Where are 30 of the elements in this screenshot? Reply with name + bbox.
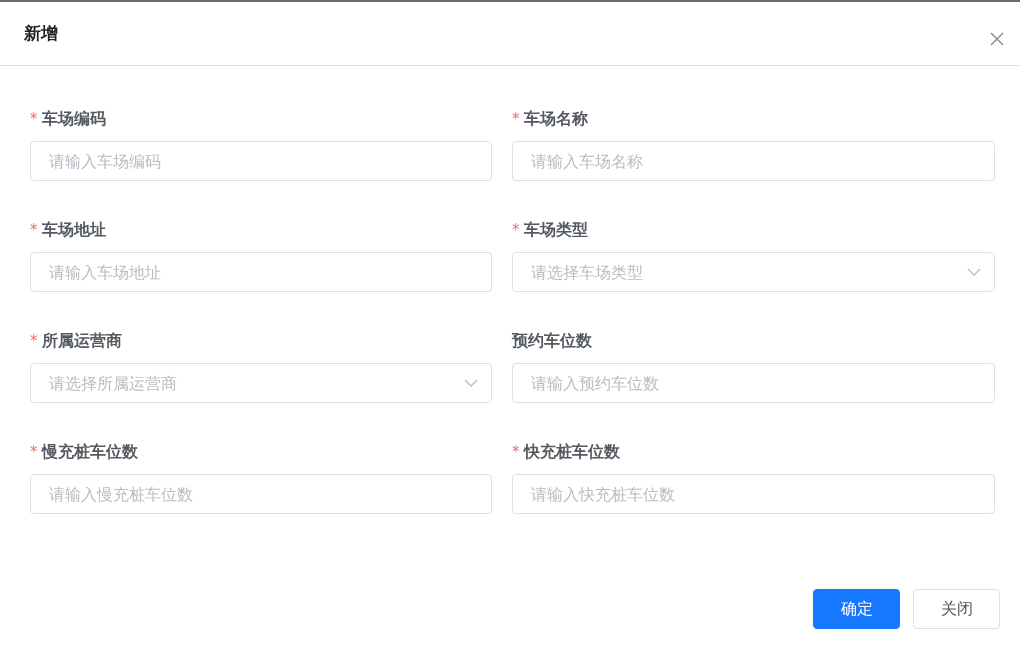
field-label: 车场地址: [41, 219, 106, 241]
required-mark: *: [512, 221, 520, 239]
input-field[interactable]: 请输入快充桩车位数: [512, 474, 995, 514]
field-label: 车场名称: [523, 108, 588, 130]
required-mark: *: [512, 443, 520, 461]
field-label: 快充桩车位数: [523, 441, 620, 463]
required-mark: *: [512, 110, 520, 128]
field-label: 车场类型: [523, 219, 588, 241]
select-field[interactable]: 请选择所属运营商: [30, 363, 492, 403]
input-field[interactable]: 请输入预约车位数: [512, 363, 995, 403]
close-dialog-button[interactable]: 关闭: [913, 589, 1000, 629]
required-mark: *: [30, 221, 38, 239]
input-field[interactable]: 请输入车场名称: [512, 141, 995, 181]
input-field[interactable]: 请输入慢充桩车位数: [30, 474, 492, 514]
field-label: 车场编码: [41, 108, 106, 130]
confirm-button[interactable]: 确定: [813, 589, 900, 629]
field-label: 所属运营商: [41, 330, 122, 352]
required-mark: *: [30, 443, 38, 461]
close-icon: [988, 29, 1006, 48]
chevron-down-icon: [464, 379, 478, 387]
required-mark: *: [30, 110, 38, 128]
chevron-down-icon: [967, 268, 981, 276]
close-button[interactable]: [988, 29, 1006, 48]
field-label: 预约车位数: [512, 330, 592, 352]
field-label: 慢充桩车位数: [41, 441, 138, 463]
select-field[interactable]: 请选择车场类型: [512, 252, 995, 292]
dialog-title: 新增: [24, 22, 58, 45]
input-field[interactable]: 请输入车场编码: [30, 141, 492, 181]
required-mark: *: [30, 332, 38, 350]
input-field[interactable]: 请输入车场地址: [30, 252, 492, 292]
